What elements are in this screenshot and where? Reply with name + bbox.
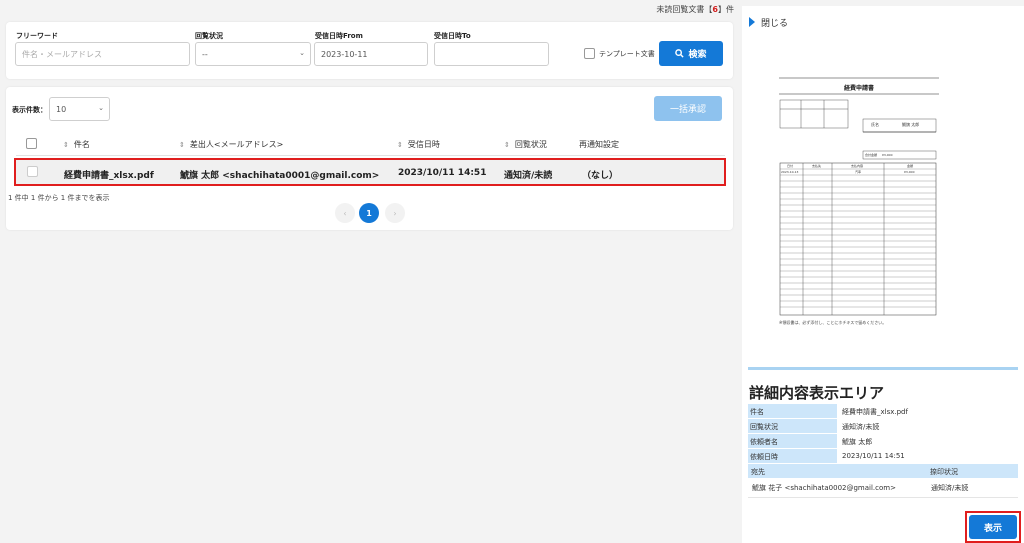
freeword-label: フリーワード [16, 32, 58, 40]
preview-col-desc: 支払内容 [851, 164, 864, 168]
row-checkbox[interactable] [27, 166, 38, 177]
document-preview: 経費申請書 氏名 鯱旗 太郎 合計金額 ¥3,000 日付 支払先 支払内容 金… [779, 74, 939, 334]
detail-value-requested-at: 2023/10/11 14:51 [842, 452, 905, 460]
preview-name-value: 鯱旗 太郎 [902, 122, 920, 127]
chevron-down-icon: ⌄ [299, 49, 305, 57]
bulk-approve-button[interactable]: 一括承認 [654, 96, 722, 121]
pager-info: 1 件中 1 件から 1 件までを表示 [8, 194, 110, 202]
column-received[interactable]: ⇕ 受信日時 [397, 139, 440, 150]
recipient-value: 鯱旗 花子 <shachihata0002@gmail.com> [752, 484, 896, 492]
preview-row-date: 2023-10-13 [781, 170, 799, 174]
preview-name-label: 氏名 [871, 122, 879, 127]
close-arrow-icon[interactable] [749, 17, 755, 27]
next-page-button[interactable]: › [385, 203, 405, 223]
template-label: テンプレート文書 [599, 49, 655, 58]
header-divider [16, 155, 725, 156]
section-divider [748, 367, 1018, 370]
detail-label-status: 回覧状況 [748, 419, 837, 433]
page-size-label: 表示件数： [12, 106, 47, 114]
row-status: 通知済/未読 [504, 171, 553, 181]
detail-label-subject: 件名 [748, 404, 837, 418]
search-panel: フリーワード 件名・メールアドレス 回覧状況 -- ⌄ 受信日時From 202… [6, 22, 733, 79]
column-sender[interactable]: ⇕ 差出人<メールアドレス> [179, 139, 283, 150]
row-subject: 経費申請書_xlsx.pdf [64, 171, 154, 181]
document-preview-graphic [779, 77, 939, 316]
search-button[interactable]: 検索 [659, 41, 723, 66]
preview-col-payee: 支払先 [812, 164, 822, 168]
sort-icon: ⇕ [63, 141, 69, 149]
column-status[interactable]: ⇕ 回覧状況 [504, 139, 547, 150]
recipient-divider [748, 497, 1018, 498]
detail-area-title: 詳細内容表示エリア [749, 384, 885, 402]
show-button[interactable]: 表示 [969, 515, 1017, 539]
detail-value-status: 通知済/未読 [842, 423, 880, 431]
show-button-highlight: 表示 [965, 511, 1021, 543]
detail-value-subject: 経費申請書_xlsx.pdf [842, 408, 908, 416]
page-size-select[interactable]: 10 ⌄ [49, 97, 110, 121]
prev-page-button[interactable]: ‹ [335, 203, 355, 223]
document-title: 経費申請書 [843, 85, 874, 92]
sort-icon: ⇕ [397, 141, 403, 149]
to-date-input[interactable] [434, 42, 549, 66]
row-renotify: （なし） [582, 171, 619, 181]
column-received-label: 受信日時 [407, 140, 440, 149]
search-icon [675, 49, 685, 58]
sort-icon: ⇕ [504, 141, 510, 149]
status-select[interactable]: -- ⌄ [195, 42, 311, 66]
page-size-value: 10 [56, 104, 67, 114]
unread-counter: 未読回覧文書【6】件 [656, 4, 734, 15]
table-row[interactable]: 経費申請書_xlsx.pdf 鯱旗 太郎 <shachihata0001@gma… [14, 158, 726, 186]
unread-suffix: 】件 [718, 5, 734, 14]
list-panel: 表示件数： 10 ⌄ 一括承認 ⇕ 件名 ⇕ 差出人<メールアドレス> ⇕ 受信日時 … [6, 87, 733, 230]
status-select-value: -- [202, 49, 208, 59]
to-label: 受信日時To [434, 32, 471, 40]
preview-total-label: 合計金額 [865, 153, 878, 157]
status-label: 回覧状況 [195, 32, 223, 40]
preview-col-date: 日付 [787, 164, 794, 168]
from-label: 受信日時From [315, 32, 363, 40]
template-checkbox[interactable] [584, 48, 595, 59]
recipient-status: 通知済/未読 [931, 484, 969, 492]
preview-col-amount: 金額 [907, 164, 914, 168]
row-sender: 鯱旗 太郎 <shachihata0001@gmail.com> [180, 171, 380, 181]
column-subject-label: 件名 [73, 140, 90, 149]
from-date-input[interactable]: 2023-10-11 [314, 42, 428, 66]
detail-value-requester: 鯱旗 太郎 [842, 438, 873, 446]
recipient-header: 宛先 [751, 468, 765, 476]
detail-label-requester: 依頼者名 [748, 434, 837, 448]
freeword-input[interactable]: 件名・メールアドレス [15, 42, 190, 66]
row-received: 2023/10/11 14:51 [398, 168, 487, 178]
column-sender-label: 差出人<メールアドレス> [189, 140, 284, 149]
preview-row-desc: 汽車 [855, 170, 862, 174]
unread-prefix: 未読回覧文書【 [656, 5, 713, 14]
detail-label-requested-at: 依頼日時 [748, 449, 837, 463]
preview-row-amount: ¥3,000 [904, 170, 915, 174]
sort-icon: ⇕ [179, 141, 185, 149]
document-note: ※領収書は、必ず添付し、ことにホチキスで留めください。 [779, 320, 887, 325]
seal-status-header: 捺印状況 [930, 468, 958, 476]
column-status-label: 回覧状況 [514, 140, 547, 149]
column-renotify: 再通知設定 [579, 139, 619, 150]
select-all-checkbox[interactable] [26, 138, 37, 149]
detail-side-panel: 閉じる 経費申請書 氏名 鯱旗 太郎 合計金額 ¥3,000 日付 支払先 支払… [742, 6, 1024, 543]
column-subject[interactable]: ⇕ 件名 [63, 139, 90, 150]
chevron-down-icon: ⌄ [98, 104, 104, 112]
template-checkbox-group[interactable]: テンプレート文書 [584, 48, 655, 59]
page-1-button[interactable]: 1 [359, 203, 379, 223]
column-renotify-label: 再通知設定 [579, 140, 619, 149]
search-button-label: 検索 [688, 50, 707, 60]
recipient-table-header: 宛先 捺印状況 [748, 464, 1018, 478]
close-button[interactable]: 閉じる [761, 16, 788, 29]
preview-total-value: ¥3,000 [882, 153, 893, 157]
